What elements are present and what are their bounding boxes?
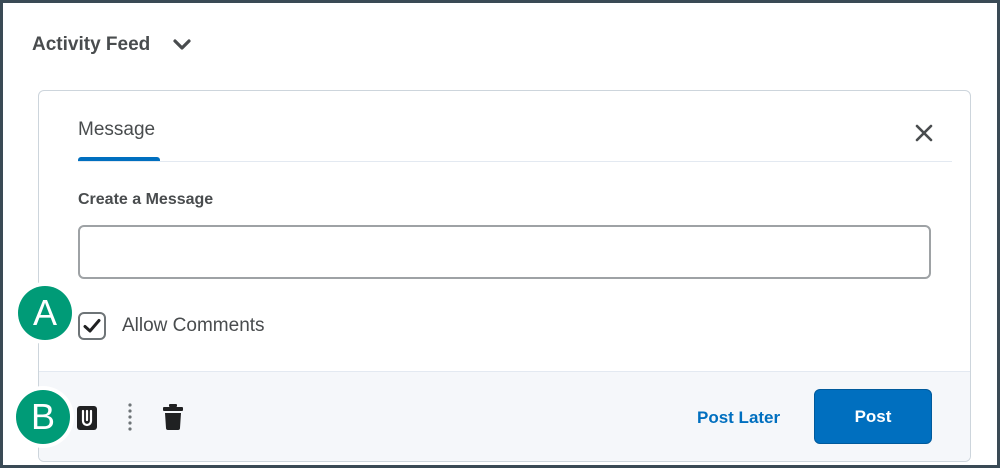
close-icon[interactable] [912,121,936,145]
create-message-label: Create a Message [78,191,214,208]
allow-comments-label: Allow Comments [122,315,265,336]
tab-active-indicator [78,157,160,161]
checkmark-icon [83,319,101,333]
trash-icon[interactable] [161,403,185,431]
more-vertical-icon[interactable] [123,403,137,433]
composer-footer: Post Later Post [39,371,970,461]
allow-comments-checkbox[interactable] [78,312,106,340]
post-button[interactable]: Post [814,389,932,444]
activity-feed-header[interactable]: Activity Feed [32,34,192,56]
allow-comments-option[interactable]: Allow Comments [78,312,265,340]
message-input[interactable] [78,225,931,279]
callout-badge-a: A [18,286,72,340]
paperclip-icon[interactable] [75,405,99,431]
chevron-down-icon[interactable] [172,38,192,52]
tab-message[interactable]: Message [78,119,155,141]
post-later-button[interactable]: Post Later [697,408,780,428]
activity-feed-title: Activity Feed [32,34,151,55]
composer-tab-bar: Message [78,91,952,162]
message-composer-card: Message Create a Message Allow Comments [38,90,971,462]
callout-badge-b: B [16,390,70,444]
